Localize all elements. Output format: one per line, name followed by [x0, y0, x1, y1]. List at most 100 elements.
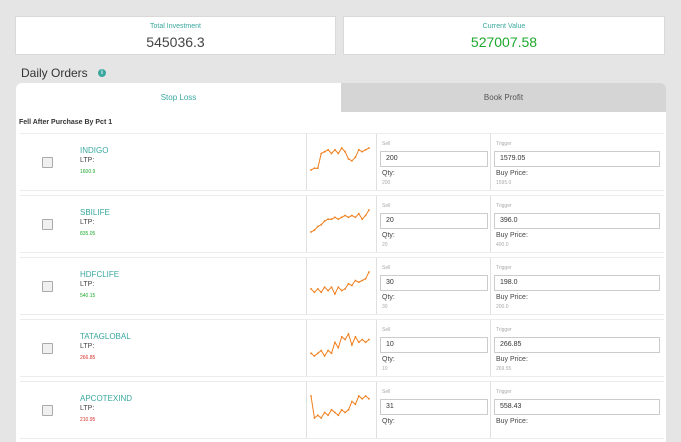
sell-input[interactable]: 20 — [380, 213, 488, 229]
trigger-input[interactable]: 198.0 — [494, 275, 660, 291]
buy-price-label: Buy Price: — [496, 356, 528, 363]
sparkline-point — [351, 284, 353, 287]
tab-stop-loss[interactable]: Stop Loss — [16, 83, 341, 112]
sparkline-point — [313, 355, 316, 357]
qty-label: Qty: — [382, 356, 395, 363]
sparkline-point — [323, 150, 326, 153]
divider — [490, 134, 491, 190]
sparkline-path — [310, 147, 370, 171]
divider — [306, 382, 307, 438]
trigger-label: Trigger — [496, 265, 512, 271]
sparkline-point — [327, 289, 329, 292]
sparkline-point — [337, 218, 340, 221]
order-row: HDFCLIFE LTP: 540.15 Sell 30 Qty: 30 Trigger 198… — [20, 257, 664, 315]
row-select-checkbox[interactable] — [42, 157, 53, 168]
buy-price-label: Buy Price: — [496, 170, 528, 177]
ltp-value: 266.85 — [80, 355, 96, 361]
sparkline-point — [368, 271, 370, 273]
trigger-input[interactable]: 396.0 — [494, 213, 660, 229]
ltp-label: LTP: — [80, 405, 95, 412]
tab-book-profit[interactable]: Book Profit — [341, 83, 666, 112]
qty-label: Qty: — [382, 232, 395, 239]
stock-symbol-link[interactable]: HDFCLIFE — [80, 270, 119, 279]
section-title: Daily Orders — [21, 66, 88, 80]
ltp-label: LTP: — [80, 281, 95, 288]
buy-price-value: 269.55 — [496, 366, 512, 372]
sparkline-point — [313, 417, 316, 419]
row-select-checkbox[interactable] — [42, 219, 53, 230]
ltp-value: 210.95 — [80, 417, 96, 423]
sparkline-point — [340, 289, 343, 292]
qty-value: 10 — [382, 366, 388, 372]
sell-input[interactable]: 200 — [380, 151, 488, 167]
qty-value: 30 — [382, 304, 388, 310]
divider — [490, 196, 491, 252]
order-row: SBILIFE LTP: 835.05 Sell 20 Qty: 20 Trigger 396.… — [20, 195, 664, 253]
price-sparkline — [310, 147, 370, 171]
current-value-label: Current Value — [482, 23, 526, 30]
sparkline-point — [310, 288, 312, 290]
sell-label: Sell — [382, 141, 391, 147]
sparkline-point — [320, 349, 323, 352]
qty-value: 20 — [382, 242, 388, 248]
sparkline-point — [310, 231, 312, 233]
trigger-input[interactable]: 558.43 — [494, 399, 660, 415]
trigger-input[interactable]: 1579.05 — [494, 151, 660, 167]
sparkline-point — [361, 279, 364, 282]
trigger-label: Trigger — [496, 203, 512, 209]
sparkline-point — [323, 411, 326, 414]
sparkline-point — [330, 152, 333, 155]
sparkline-point — [354, 156, 357, 159]
sparkline-point — [357, 212, 360, 215]
sparkline-path — [310, 271, 370, 296]
sparkline-point — [361, 338, 364, 341]
price-sparkline — [310, 395, 370, 419]
stock-symbol-link[interactable]: APCOTEXIND — [80, 394, 132, 403]
sparkline-point — [313, 291, 316, 294]
sparkline-point — [316, 352, 319, 355]
sparkline-point — [316, 414, 319, 417]
sell-input[interactable]: 30 — [380, 275, 488, 291]
ltp-label: LTP: — [80, 219, 95, 226]
stock-symbol-link[interactable]: SBILIFE — [80, 208, 110, 217]
row-select-checkbox[interactable] — [42, 405, 53, 416]
order-tabs: Stop Loss Book Profit — [16, 83, 666, 112]
total-investment-card: Total Investment 545036.3 — [15, 16, 336, 55]
row-select-checkbox[interactable] — [42, 343, 53, 354]
row-select-checkbox[interactable] — [42, 281, 53, 292]
sell-input[interactable]: 31 — [380, 399, 488, 415]
price-sparkline — [310, 332, 370, 357]
divider — [490, 382, 491, 438]
buy-price-value: 200.0 — [496, 304, 509, 310]
sparkline-point — [354, 335, 357, 338]
sparkline-point — [347, 408, 350, 411]
sparkline-point — [364, 395, 367, 397]
sparkline-point — [320, 223, 323, 226]
sparkline-point — [364, 277, 367, 280]
divider — [306, 196, 307, 252]
sell-input[interactable]: 10 — [380, 337, 488, 353]
divider — [376, 320, 377, 376]
sparkline-point — [313, 229, 316, 232]
sparkline-point — [330, 218, 333, 221]
divider — [306, 258, 307, 314]
sparkline-point — [368, 147, 370, 149]
sparkline-point — [344, 338, 346, 341]
qty-label: Qty: — [382, 170, 395, 177]
sparkline-point — [344, 288, 346, 290]
stock-symbol-link[interactable]: INDIGO — [80, 146, 108, 155]
sparkline-point — [334, 411, 336, 414]
trigger-label: Trigger — [496, 327, 512, 333]
stock-symbol-link[interactable]: TATAGLOBAL — [80, 332, 131, 341]
divider — [306, 134, 307, 190]
ltp-label: LTP: — [80, 157, 95, 164]
divider — [490, 320, 491, 376]
qty-value: 200 — [382, 180, 391, 186]
info-icon[interactable]: i — [98, 69, 106, 77]
ltp-value: 1600.9 — [80, 169, 96, 175]
divider — [490, 258, 491, 314]
sell-label: Sell — [382, 203, 391, 209]
trigger-label: Trigger — [496, 389, 512, 395]
trigger-input[interactable]: 266.85 — [494, 337, 660, 353]
sparkline-path — [310, 332, 370, 357]
